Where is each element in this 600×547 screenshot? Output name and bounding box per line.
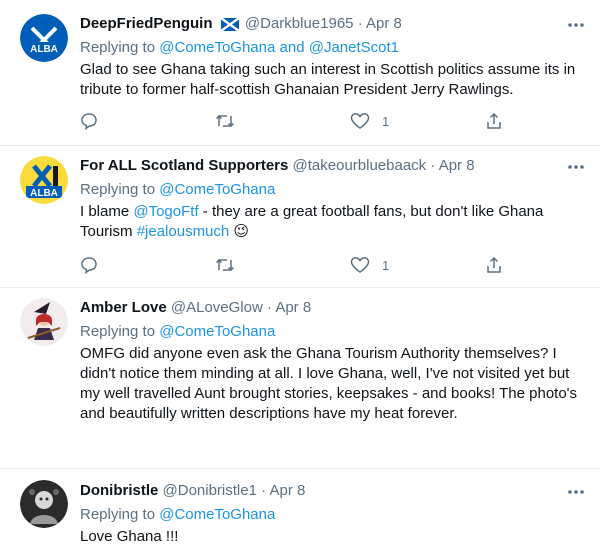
tweet[interactable]: ALBA DeepFriedPenguin @Darkblue1965 · Ap…: [0, 0, 600, 146]
replying-to-label: Replying to: [80, 506, 156, 523]
reply-mention[interactable]: @ComeToGhana: [159, 181, 275, 198]
tweet-text-line: my well travelled Aunt brought stories, …: [80, 385, 578, 402]
reply-mention[interactable]: @ComeToGhana: [159, 323, 275, 340]
tweet-actions: 1: [80, 256, 510, 276]
replying-to: Replying to @ComeToGhana: [80, 322, 275, 342]
tweet-text-line: Glad to see Ghana taking such an interes…: [80, 61, 576, 78]
separator-dot: ·: [261, 482, 267, 499]
tweet-date[interactable]: Apr 8: [269, 482, 305, 499]
tweet[interactable]: ALBA For ALL Scotland Supporters @takeou…: [0, 146, 600, 288]
hashtag-link[interactable]: #jealousmuch: [137, 223, 230, 240]
tweet-text-line: OMFG did anyone even ask the Ghana Touri…: [80, 345, 557, 362]
display-name[interactable]: Amber Love: [80, 299, 167, 316]
like-count: 1: [382, 257, 390, 273]
share-button[interactable]: [485, 112, 503, 130]
text-fragment: I blame: [80, 203, 134, 220]
more-horizontal-icon[interactable]: [568, 160, 584, 172]
replying-to: Replying to @ComeToGhana: [80, 505, 275, 525]
separator-dot: ·: [266, 299, 272, 316]
replying-to-label: Replying to: [80, 323, 156, 340]
more-horizontal-icon[interactable]: [568, 18, 584, 30]
reply-button[interactable]: [80, 256, 98, 274]
share-icon: [485, 112, 503, 130]
tweet-actions: 1: [80, 112, 510, 132]
reply-mention[interactable]: @ComeToGhana: [159, 39, 275, 56]
like-button[interactable]: 1: [350, 256, 389, 274]
tweet-date[interactable]: Apr 8: [275, 299, 311, 316]
tweet-text: Love Ghana !!!: [80, 527, 584, 547]
tweet-header: Amber Love @ALoveGlow · Apr 8: [80, 298, 560, 318]
tweet-text: Glad to see Ghana taking such an interes…: [80, 60, 584, 100]
display-name[interactable]: DeepFriedPenguin: [80, 15, 213, 32]
tweet-header: For ALL Scotland Supporters @takeourblue…: [80, 156, 560, 176]
handle[interactable]: @ALoveGlow: [171, 299, 263, 316]
tweet-header: DeepFriedPenguin @Darkblue1965 · Apr 8: [80, 14, 560, 37]
replying-to-label: Replying to: [80, 181, 156, 198]
reply-bubble-icon: [80, 256, 98, 274]
tweet[interactable]: Donibristle @Donibristle1 · Apr 8 Replyi…: [0, 469, 600, 546]
replying-to: Replying to @ComeToGhana: [80, 180, 275, 200]
handle[interactable]: @takeourbluebaack: [293, 157, 427, 174]
tweet-text-line: and beautifully written descriptions hav…: [80, 405, 458, 422]
tweet-date[interactable]: Apr 8: [439, 157, 475, 174]
tweet-text-line: I blame @TogoFtf - they are a great foot…: [80, 202, 584, 222]
avatar-logo-text: ALBA: [30, 188, 58, 199]
display-name[interactable]: Donibristle: [80, 482, 158, 499]
share-button[interactable]: [485, 256, 503, 274]
reply-button[interactable]: [80, 112, 98, 130]
avatar[interactable]: [20, 298, 68, 346]
avatar[interactable]: ALBA: [20, 14, 68, 62]
text-fragment: - they are a great football fans, but do…: [198, 203, 544, 220]
retweet-icon: [215, 256, 235, 274]
handle[interactable]: @Darkblue1965: [245, 15, 354, 32]
avatar[interactable]: ALBA: [20, 156, 68, 204]
reply-mention[interactable]: @ComeToGhana: [159, 506, 275, 523]
tweet-text-line: didn't notice them minding at all. I lov…: [80, 365, 570, 382]
avatar[interactable]: [20, 480, 68, 528]
tweet-header: Donibristle @Donibristle1 · Apr 8: [80, 481, 560, 501]
like-count: 1: [382, 113, 390, 129]
display-name[interactable]: For ALL Scotland Supporters: [80, 157, 288, 174]
retweet-button[interactable]: [215, 256, 235, 274]
tweet-text-line: Love Ghana !!!: [80, 528, 179, 545]
heart-icon: [350, 256, 370, 274]
handle[interactable]: @Donibristle1: [163, 482, 257, 499]
heart-icon: [350, 112, 370, 130]
retweet-button[interactable]: [215, 112, 235, 130]
tweet-text: I blame @TogoFtf - they are a great foot…: [80, 202, 584, 242]
share-icon: [485, 256, 503, 274]
text-mention[interactable]: @TogoFtf: [133, 203, 198, 220]
separator-dot: ·: [430, 157, 436, 174]
tweet-text-line: tribute to former half-scottish Ghanaian…: [80, 81, 514, 98]
wink-emoji-icon: 😉: [233, 223, 250, 240]
tweet-date[interactable]: Apr 8: [366, 15, 402, 32]
text-fragment: Tourism: [80, 223, 137, 240]
reply-and: and: [279, 39, 305, 56]
retweet-icon: [215, 112, 235, 130]
separator-dot: ·: [357, 15, 363, 32]
avatar-logo-text: ALBA: [30, 44, 58, 55]
like-button[interactable]: 1: [350, 112, 389, 130]
scotland-flag-icon: [220, 17, 240, 37]
reply-mention[interactable]: @JanetScot1: [309, 39, 399, 56]
replying-to: Replying to @ComeToGhana and @JanetScot1: [80, 38, 399, 58]
replying-to-label: Replying to: [80, 39, 156, 56]
tweet-text-line: Tourism #jealousmuch 😉: [80, 222, 584, 242]
tweet-text: OMFG did anyone even ask the Ghana Touri…: [80, 344, 584, 424]
tweet[interactable]: Amber Love @ALoveGlow · Apr 8 Replying t…: [0, 288, 600, 468]
reply-bubble-icon: [80, 112, 98, 130]
more-horizontal-icon[interactable]: [568, 485, 584, 497]
